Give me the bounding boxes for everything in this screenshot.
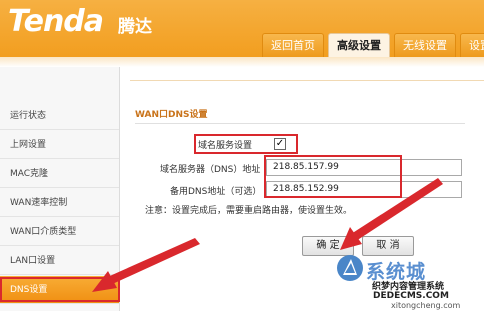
dns-menu-highlight-box (0, 277, 120, 302)
sidebar-item-lan[interactable]: LAN口设置 (0, 247, 119, 275)
tab-other-settings[interactable]: 设置 (460, 33, 484, 57)
tab-home[interactable]: 返回首页 (262, 33, 324, 57)
watermark-logo-icon (337, 255, 363, 281)
section-divider (135, 123, 465, 124)
sidebar-item-wan-speed[interactable]: WAN速率控制 (0, 189, 119, 217)
sidebar: 运行状态 上网设置 MAC克隆 WAN速率控制 WAN口介质类型 LAN口设置 … (0, 67, 120, 311)
sidebar-item-mac-clone[interactable]: MAC克隆 (0, 160, 119, 188)
dns-address-highlight-box (264, 155, 402, 198)
brand-name-cn: 腾达 (118, 17, 152, 37)
tab-advanced-settings[interactable]: 高级设置 (328, 33, 390, 57)
restart-note: 注意：设置完成后，需要重启路由器，使设置生效。 (145, 206, 353, 216)
secondary-dns-label: 备用DNS地址（可选） (170, 187, 262, 197)
top-tabs: 返回首页 高级设置 无线设置 设置 (262, 33, 484, 57)
watermark-url: xitongcheng.com (391, 301, 461, 310)
section-title: WAN口DNS设置 (135, 110, 208, 120)
tenda-logo: Tenda (8, 4, 104, 39)
watermark-line-2: DEDECMS.COM (373, 291, 449, 301)
header-divider (0, 57, 484, 67)
tab-wireless-settings[interactable]: 无线设置 (394, 33, 456, 57)
sidebar-item-status[interactable]: 运行状态 (0, 102, 119, 130)
checkbox-highlight-box (194, 134, 298, 154)
sidebar-item-internet[interactable]: 上网设置 (0, 131, 119, 159)
cancel-button[interactable]: 取 消 (362, 236, 414, 256)
content-divider (130, 80, 484, 81)
top-header: Tenda 腾达 返回首页 高级设置 无线设置 设置 (0, 0, 484, 57)
primary-dns-label: 域名服务器（DNS）地址 (160, 165, 261, 175)
sidebar-item-wan-media[interactable]: WAN口介质类型 (0, 218, 119, 246)
